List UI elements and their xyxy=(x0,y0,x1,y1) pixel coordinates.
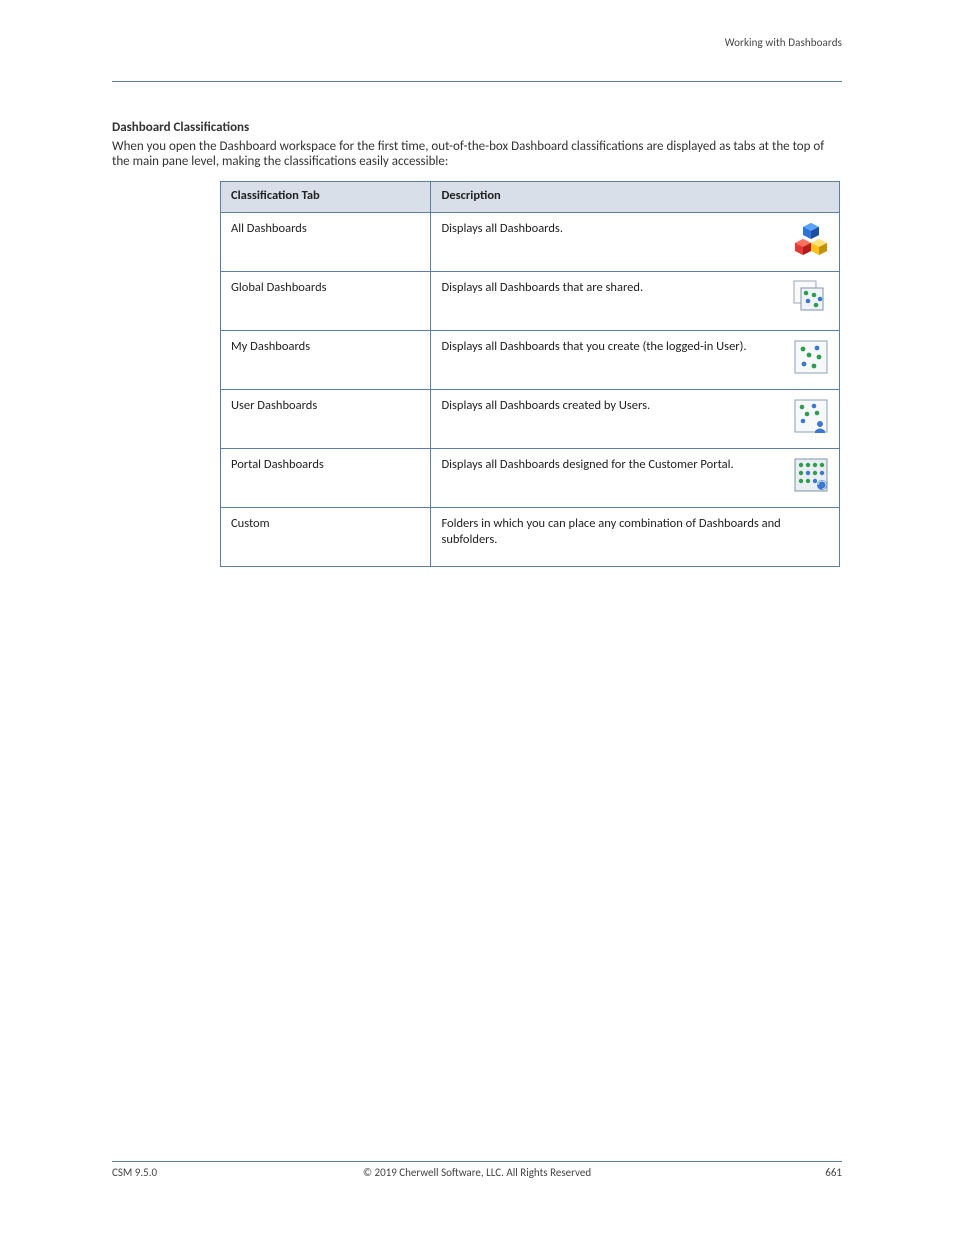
cell-classification: Global Dashboards xyxy=(221,272,431,331)
table-row: My Dashboards Displays all Dashboards th… xyxy=(221,331,840,390)
desc-text: Displays all Dashboards. xyxy=(441,221,785,237)
header-right: Working with Dashboards xyxy=(725,36,842,49)
column-header-description: Description xyxy=(431,182,840,213)
cell-classification: Custom xyxy=(221,508,431,567)
cubes-icon xyxy=(793,221,829,257)
desc-text: Folders in which you can place any combi… xyxy=(441,516,829,547)
desc-text: Displays all Dashboards designed for the… xyxy=(441,457,785,473)
desc-text: Displays all Dashboards that are shared. xyxy=(441,280,785,296)
cell-classification: User Dashboards xyxy=(221,390,431,449)
cell-description: Displays all Dashboards designed for the… xyxy=(431,449,840,508)
table-row: Global Dashboards Displays all Dashboard… xyxy=(221,272,840,331)
table-row: Portal Dashboards Displays all Dashboard… xyxy=(221,449,840,508)
table-row: All Dashboards Displays all Dashboards. xyxy=(221,213,840,272)
cell-description: Folders in which you can place any combi… xyxy=(431,508,840,567)
table-header-row: Classification Tab Description xyxy=(221,182,840,213)
global-dashboards-icon xyxy=(793,280,829,316)
footer-center: © 2019 Cherwell Software, LLC. All Right… xyxy=(192,1166,762,1179)
desc-text: Displays all Dashboards created by Users… xyxy=(441,398,785,414)
table-row: Custom Folders in which you can place an… xyxy=(221,508,840,567)
section-title: Dashboard Classifications xyxy=(112,120,842,135)
desc-text: Displays all Dashboards that you create … xyxy=(441,339,785,355)
header-rule xyxy=(112,81,842,82)
cell-classification: All Dashboards xyxy=(221,213,431,272)
page-footer: CSM 9.5.0 © 2019 Cherwell Software, LLC.… xyxy=(112,1161,842,1179)
classifications-table: Classification Tab Description All Dashb… xyxy=(220,181,840,567)
table-row: User Dashboards Displays all Dashboards … xyxy=(221,390,840,449)
portal-dashboards-icon xyxy=(793,457,829,493)
cell-description: Displays all Dashboards created by Users… xyxy=(431,390,840,449)
section-intro: When you open the Dashboard workspace fo… xyxy=(112,139,842,169)
column-header-classification: Classification Tab xyxy=(221,182,431,213)
cell-description: Displays all Dashboards that you create … xyxy=(431,331,840,390)
cell-description: Displays all Dashboards that are shared. xyxy=(431,272,840,331)
my-dashboards-icon xyxy=(793,339,829,375)
footer-right: 661 xyxy=(762,1166,842,1179)
cell-description: Displays all Dashboards. xyxy=(431,213,840,272)
cell-classification: My Dashboards xyxy=(221,331,431,390)
page: Working with Dashboards Dashboard Classi… xyxy=(0,0,954,1235)
page-header: Working with Dashboards xyxy=(112,36,842,53)
user-dashboards-icon xyxy=(793,398,829,434)
footer-rule xyxy=(112,1161,842,1162)
footer-left: CSM 9.5.0 xyxy=(112,1166,192,1179)
cell-classification: Portal Dashboards xyxy=(221,449,431,508)
